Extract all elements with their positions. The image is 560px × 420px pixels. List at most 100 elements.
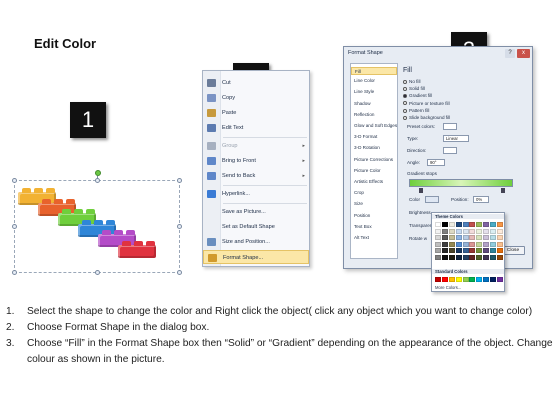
direction-dropdown[interactable] xyxy=(443,147,457,154)
color-swatch[interactable] xyxy=(490,248,497,254)
category-position[interactable]: Position xyxy=(354,213,370,218)
color-swatch[interactable] xyxy=(490,277,497,282)
category-artistic-effects[interactable]: Artistic Effects xyxy=(354,179,383,184)
category-picture-color[interactable]: Picture Color xyxy=(354,168,381,173)
resize-handle-br[interactable] xyxy=(177,270,182,275)
category-fill[interactable]: Fill xyxy=(351,67,397,75)
radio-solid-fill[interactable]: Solid fill xyxy=(403,86,425,91)
color-swatch[interactable] xyxy=(476,222,483,227)
resize-handle-t[interactable] xyxy=(95,178,100,183)
color-swatch[interactable] xyxy=(441,222,448,227)
resize-handle-l[interactable] xyxy=(12,224,17,229)
color-swatch[interactable] xyxy=(455,241,462,247)
color-picker-button[interactable] xyxy=(425,196,439,203)
menu-item-cut[interactable]: Cut xyxy=(203,76,309,90)
gradient-stop-handle[interactable] xyxy=(501,188,505,193)
color-swatch[interactable] xyxy=(490,222,497,227)
radio-button[interactable] xyxy=(403,101,407,106)
color-swatch[interactable] xyxy=(497,241,504,247)
preset-colors-dropdown[interactable] xyxy=(443,123,457,130)
color-swatch[interactable] xyxy=(435,254,441,260)
menu-item-edit-text[interactable]: Edit Text xyxy=(203,121,309,135)
resize-handle-b[interactable] xyxy=(95,270,100,275)
color-swatch[interactable] xyxy=(483,248,490,254)
category-alt-text[interactable]: Alt Text xyxy=(354,235,369,240)
category-text-box[interactable]: Text Box xyxy=(354,224,372,229)
category-picture-corrections[interactable]: Picture Corrections xyxy=(354,157,393,162)
type-dropdown[interactable]: Linear xyxy=(443,135,469,142)
radio-gradient-fill[interactable]: Gradient fill xyxy=(403,93,432,98)
color-swatch[interactable] xyxy=(469,229,476,234)
color-swatch[interactable] xyxy=(448,277,455,282)
color-swatch[interactable] xyxy=(435,222,441,227)
color-swatch[interactable] xyxy=(469,222,476,227)
color-swatch[interactable] xyxy=(497,222,504,227)
resize-handle-tr[interactable] xyxy=(177,178,182,183)
color-swatch[interactable] xyxy=(469,254,476,260)
color-swatch[interactable] xyxy=(448,222,455,227)
color-swatch[interactable] xyxy=(462,235,469,241)
resize-handle-bl[interactable] xyxy=(12,270,17,275)
help-button[interactable]: ? xyxy=(505,49,515,58)
color-swatch[interactable] xyxy=(462,229,469,234)
category-reflection[interactable]: Reflection xyxy=(354,112,374,117)
color-swatch[interactable] xyxy=(483,254,490,260)
menu-item-set-as-default-shape[interactable]: Set as Default Shape xyxy=(203,220,309,234)
color-swatch[interactable] xyxy=(441,254,448,260)
color-swatch[interactable] xyxy=(441,235,448,241)
more-colors-option[interactable]: More Colors... xyxy=(435,285,461,290)
color-swatch[interactable] xyxy=(497,235,504,241)
color-swatch[interactable] xyxy=(476,277,483,282)
radio-picture-or-texture-fill[interactable]: Picture or texture fill xyxy=(403,101,450,106)
category-size[interactable]: Size xyxy=(354,201,363,206)
color-swatch[interactable] xyxy=(441,241,448,247)
color-swatch[interactable] xyxy=(448,241,455,247)
menu-item-copy[interactable]: Copy xyxy=(203,91,309,105)
color-swatch[interactable] xyxy=(455,235,462,241)
position-input[interactable]: 0% xyxy=(473,196,489,203)
radio-no-fill[interactable]: No fill xyxy=(403,79,421,84)
color-swatch[interactable] xyxy=(476,229,483,234)
radio-button[interactable] xyxy=(403,86,407,91)
color-swatch[interactable] xyxy=(462,277,469,282)
category-shadow[interactable]: Shadow xyxy=(354,101,371,106)
color-swatch[interactable] xyxy=(476,241,483,247)
color-swatch[interactable] xyxy=(476,248,483,254)
category-3-d-rotation[interactable]: 3-D Rotation xyxy=(354,145,380,150)
category-crop[interactable]: Crop xyxy=(354,190,364,195)
color-swatch[interactable] xyxy=(448,254,455,260)
radio-button[interactable] xyxy=(403,79,407,84)
color-swatch[interactable] xyxy=(497,254,504,260)
color-swatch[interactable] xyxy=(497,248,504,254)
color-swatch[interactable] xyxy=(455,229,462,234)
menu-item-bring-to-front[interactable]: Bring to Front ▸ xyxy=(203,154,309,168)
category-glow-and-soft-edges[interactable]: Glow and Soft Edges xyxy=(354,123,397,128)
radio-button[interactable] xyxy=(403,94,407,99)
gradient-stops-bar[interactable] xyxy=(409,179,513,187)
color-swatch[interactable] xyxy=(441,248,448,254)
color-swatch[interactable] xyxy=(435,248,441,254)
angle-input[interactable]: 90° xyxy=(427,159,445,166)
color-swatch[interactable] xyxy=(435,277,441,282)
color-swatch[interactable] xyxy=(462,248,469,254)
close-x-button[interactable]: x xyxy=(517,49,530,58)
color-swatch[interactable] xyxy=(462,254,469,260)
radio-pattern-fill[interactable]: Pattern fill xyxy=(403,108,429,113)
radio-button[interactable] xyxy=(403,115,407,120)
color-swatch[interactable] xyxy=(448,248,455,254)
menu-item-save-as-picture[interactable]: Save as Picture... xyxy=(203,205,309,219)
color-swatch[interactable] xyxy=(462,241,469,247)
resize-handle-r[interactable] xyxy=(177,224,182,229)
color-swatch[interactable] xyxy=(462,222,469,227)
color-swatch[interactable] xyxy=(476,254,483,260)
color-swatch[interactable] xyxy=(448,235,455,241)
color-swatch[interactable] xyxy=(469,235,476,241)
menu-item-paste[interactable]: Paste xyxy=(203,106,309,120)
menu-item-format-shape[interactable]: Format Shape... xyxy=(203,250,309,264)
category-3-d-format[interactable]: 3-D Format xyxy=(354,134,377,139)
radio-slide-background-fill[interactable]: Slide background fill xyxy=(403,115,450,120)
menu-item-send-to-back[interactable]: Send to Back ▸ xyxy=(203,169,309,183)
color-swatch[interactable] xyxy=(490,235,497,241)
color-swatch[interactable] xyxy=(435,235,441,241)
color-swatch[interactable] xyxy=(469,277,476,282)
